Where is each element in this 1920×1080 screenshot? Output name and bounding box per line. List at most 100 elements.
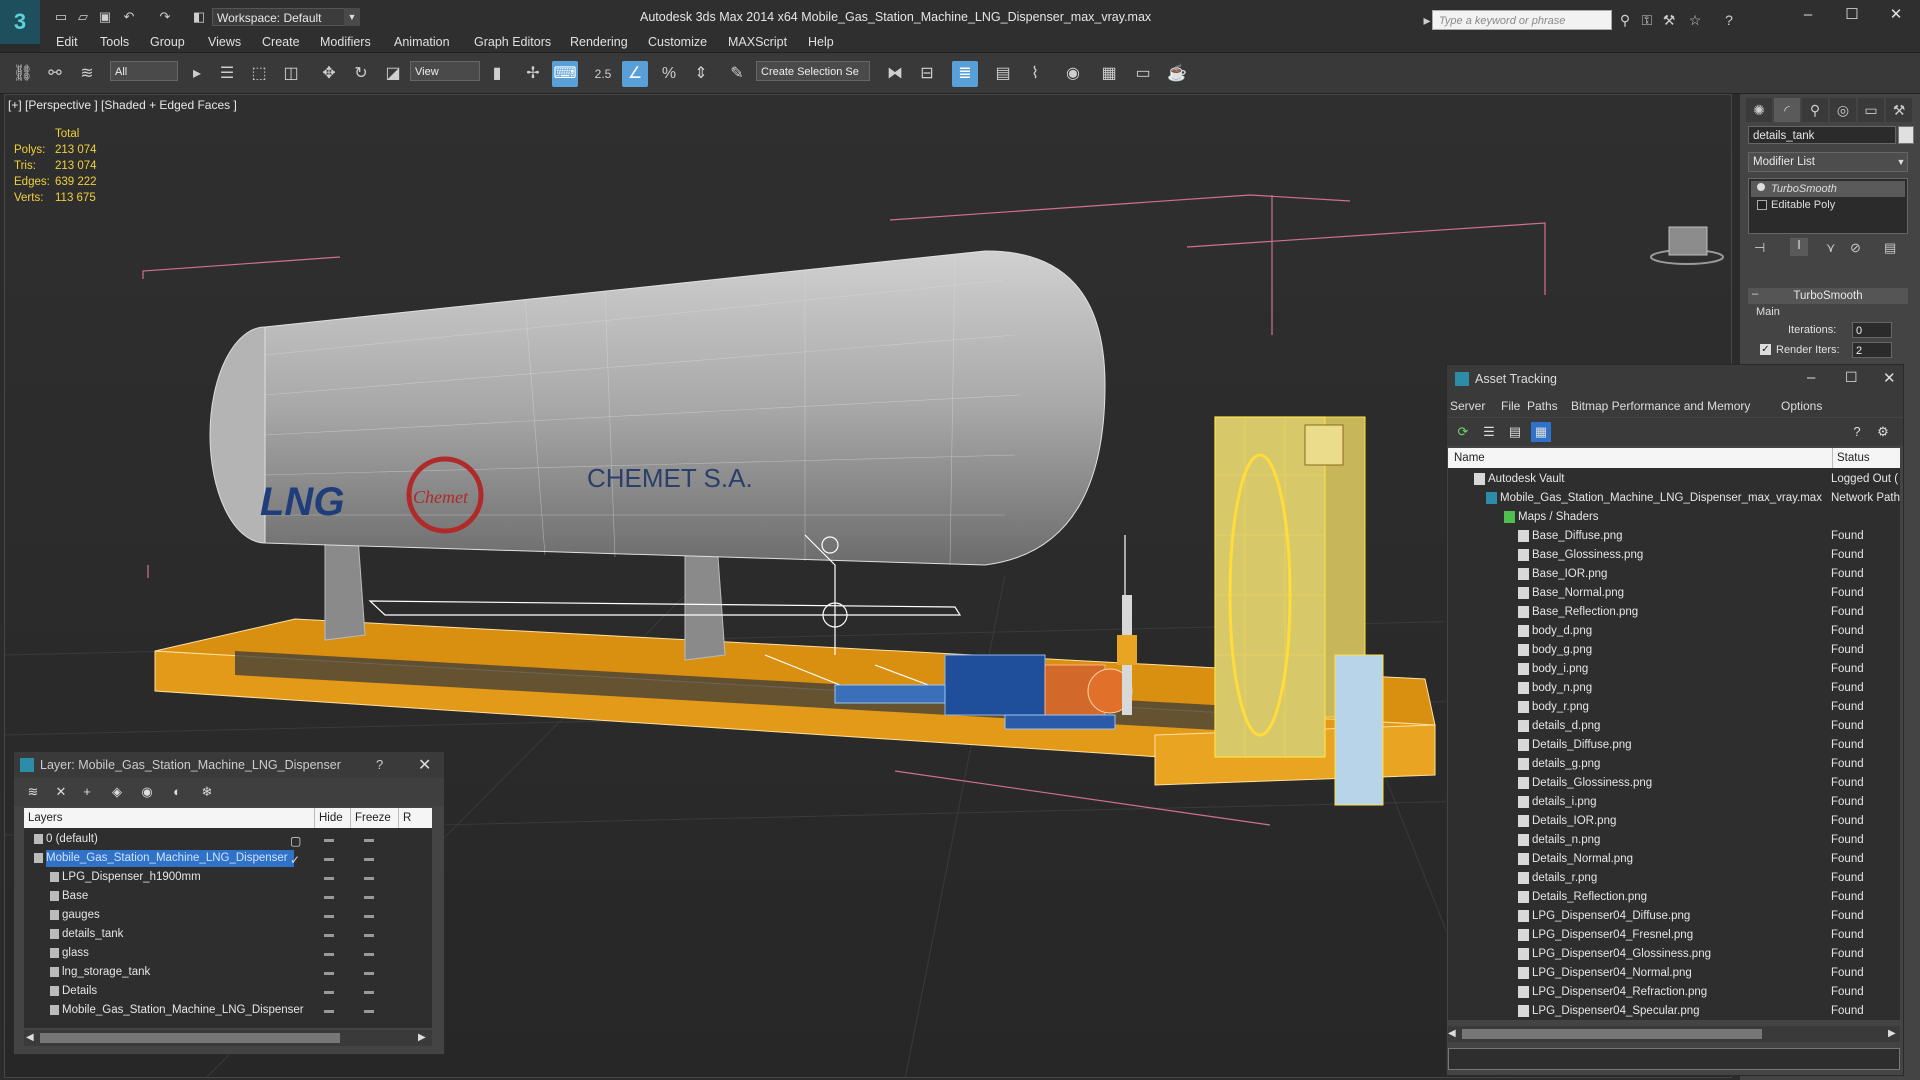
- asset-row[interactable]: Mobile_Gas_Station_Machine_LNG_Dispenser…: [1448, 489, 1900, 508]
- edit-named-selection-icon[interactable]: ✎: [724, 61, 750, 87]
- freeze-toggle[interactable]: ▬: [364, 1001, 374, 1020]
- select-layer-icon[interactable]: ◉: [136, 782, 158, 802]
- percent-snap-icon[interactable]: %: [656, 61, 682, 87]
- asset-row[interactable]: Base_Normal.png Found: [1448, 584, 1900, 603]
- asset-menu-options[interactable]: Options: [1781, 395, 1822, 417]
- hide-toggle[interactable]: ▬: [324, 963, 334, 982]
- hide-toggle[interactable]: ▬: [324, 849, 334, 868]
- modifier-list-dropdown[interactable]: Modifier List: [1748, 152, 1908, 172]
- layer-horizontal-scrollbar[interactable]: ◀ ▶: [24, 1030, 432, 1046]
- minimize-icon[interactable]: –: [1807, 369, 1815, 386]
- asset-row[interactable]: details_i.png Found: [1448, 793, 1900, 812]
- help-icon[interactable]: ?: [376, 757, 383, 772]
- pin-stack-icon[interactable]: ⊣: [1754, 240, 1765, 256]
- stack-item-editable-poly[interactable]: Editable Poly: [1751, 197, 1905, 213]
- material-editor-icon[interactable]: ◉: [1060, 61, 1086, 87]
- layer-row[interactable]: LPG_Dispenser_h1900mm ▬ ▬: [24, 868, 432, 887]
- object-name-field[interactable]: details_tank: [1748, 126, 1896, 144]
- asset-horizontal-scrollbar[interactable]: ◀ ▶: [1448, 1026, 1900, 1042]
- asset-row[interactable]: body_i.png Found: [1448, 660, 1900, 679]
- utilities-tab-icon[interactable]: ⚒: [1886, 98, 1912, 122]
- named-selection-dropdown[interactable]: Create Selection Se: [756, 61, 870, 81]
- detail-view-icon[interactable]: ▤: [1505, 422, 1525, 442]
- help-icon[interactable]: ?: [1847, 422, 1867, 442]
- select-and-move-icon[interactable]: ✥: [316, 61, 342, 87]
- scroll-right-icon[interactable]: ▶: [1888, 1028, 1896, 1039]
- selection-filter-dropdown[interactable]: All: [110, 61, 178, 81]
- asset-row[interactable]: LPG_Dispenser04_Refraction.png Found: [1448, 983, 1900, 1002]
- asset-menu-file[interactable]: File: [1501, 395, 1520, 417]
- asset-row[interactable]: body_n.png Found: [1448, 679, 1900, 698]
- asset-row[interactable]: LPG_Dispenser04_Fresnel.png Found: [1448, 926, 1900, 945]
- asset-menu-server[interactable]: Server: [1450, 395, 1485, 417]
- hide-toggle[interactable]: ▬: [324, 887, 334, 906]
- unlink-icon[interactable]: ⚯: [42, 61, 68, 87]
- layer-dialog-titlebar[interactable]: Layer: Mobile_Gas_Station_Machine_LNG_Di…: [14, 752, 444, 778]
- asset-row[interactable]: details_n.png Found: [1448, 831, 1900, 850]
- keyboard-shortcut-override-icon[interactable]: ⌨: [552, 61, 578, 87]
- menu-group[interactable]: Group: [150, 32, 185, 52]
- mirror-icon[interactable]: ⧓: [882, 61, 908, 87]
- hide-toggle[interactable]: ▬: [324, 944, 334, 963]
- asset-row[interactable]: Details_Reflection.png Found: [1448, 888, 1900, 907]
- hide-toggle[interactable]: ▬: [324, 830, 334, 849]
- stack-item-turbosmooth[interactable]: TurboSmooth: [1751, 181, 1905, 197]
- column-freeze-header[interactable]: Freeze: [350, 808, 391, 828]
- communication-icon[interactable]: ⚒: [1660, 10, 1678, 30]
- rollout-collapse-icon[interactable]: –: [1752, 288, 1758, 300]
- asset-row[interactable]: body_g.png Found: [1448, 641, 1900, 660]
- spinner-snap-icon[interactable]: ⇕: [688, 61, 714, 87]
- add-layer-icon[interactable]: +: [76, 782, 98, 802]
- open-folder-icon[interactable]: ▱: [74, 8, 92, 26]
- motion-tab-icon[interactable]: ◎: [1830, 98, 1856, 122]
- freeze-toggle[interactable]: ▬: [364, 868, 374, 887]
- asset-row[interactable]: Base_IOR.png Found: [1448, 565, 1900, 584]
- close-icon[interactable]: ✕: [418, 755, 431, 775]
- align-icon[interactable]: ⊟: [914, 61, 940, 87]
- asset-row[interactable]: LPG_Dispenser04_Glossiness.png Found: [1448, 945, 1900, 964]
- layer-row[interactable]: Mobile_Gas_Station_Machine_LNG_Dispenser…: [24, 849, 432, 868]
- remove-modifier-icon[interactable]: ⊘: [1850, 240, 1861, 256]
- display-tab-icon[interactable]: ▭: [1858, 98, 1884, 122]
- rendered-frame-window-icon[interactable]: ▭: [1130, 61, 1156, 87]
- scroll-left-icon[interactable]: ◀: [26, 1032, 34, 1043]
- minimize-icon[interactable]: –: [1790, 4, 1826, 26]
- layer-row[interactable]: glass ▬ ▬: [24, 944, 432, 963]
- menu-edit[interactable]: Edit: [56, 32, 78, 52]
- asset-row[interactable]: Details_IOR.png Found: [1448, 812, 1900, 831]
- curve-editor-icon[interactable]: ⌇: [1022, 61, 1048, 87]
- object-color-swatch[interactable]: [1898, 126, 1914, 144]
- freeze-toggle[interactable]: ▬: [364, 944, 374, 963]
- freeze-all-icon[interactable]: ❄: [196, 782, 218, 802]
- expand-plus-icon[interactable]: [1757, 200, 1767, 210]
- redo-icon[interactable]: ↷: [156, 8, 174, 26]
- hide-toggle[interactable]: ▬: [324, 925, 334, 944]
- select-and-link-icon[interactable]: ⛓: [10, 61, 36, 87]
- freeze-toggle[interactable]: ▬: [364, 830, 374, 849]
- create-tab-icon[interactable]: ✺: [1746, 98, 1772, 122]
- table-view-icon[interactable]: ▦: [1531, 422, 1551, 442]
- asset-row[interactable]: details_d.png Found: [1448, 717, 1900, 736]
- freeze-toggle[interactable]: ▬: [364, 982, 374, 1001]
- layer-row[interactable]: details_tank ▬ ▬: [24, 925, 432, 944]
- delete-layer-icon[interactable]: ✕: [50, 782, 72, 802]
- asset-row[interactable]: details_r.png Found: [1448, 869, 1900, 888]
- render-iters-spinner[interactable]: 2: [1852, 342, 1892, 358]
- help-icon[interactable]: ?: [1720, 10, 1738, 30]
- render-production-icon[interactable]: ☕: [1164, 61, 1190, 87]
- hide-all-icon[interactable]: ◐: [166, 782, 188, 802]
- snap-toggle-icon[interactable]: 2.5: [590, 61, 616, 87]
- maximize-icon[interactable]: ☐: [1845, 369, 1858, 386]
- menu-create[interactable]: Create: [262, 32, 300, 52]
- menu-modifiers[interactable]: Modifiers: [320, 32, 371, 52]
- asset-row[interactable]: Base_Reflection.png Found: [1448, 603, 1900, 622]
- asset-row[interactable]: Details_Normal.png Found: [1448, 850, 1900, 869]
- scroll-thumb[interactable]: [1462, 1029, 1762, 1039]
- layer-row[interactable]: lng_storage_tank ▬ ▬: [24, 963, 432, 982]
- menu-tools[interactable]: Tools: [100, 32, 129, 52]
- hide-toggle[interactable]: ▬: [324, 906, 334, 925]
- asset-row[interactable]: body_d.png Found: [1448, 622, 1900, 641]
- select-and-rotate-icon[interactable]: ↻: [348, 61, 374, 87]
- reference-coordinate-dropdown[interactable]: View: [410, 61, 480, 81]
- asset-row[interactable]: body_r.png Found: [1448, 698, 1900, 717]
